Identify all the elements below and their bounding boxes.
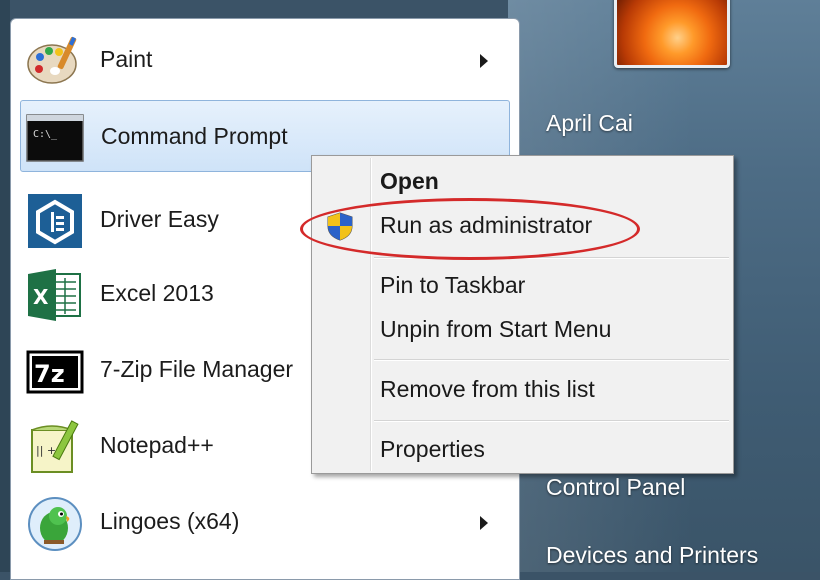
menu-separator	[374, 257, 729, 259]
program-label: Paint	[100, 46, 153, 72]
program-label: Excel 2013	[100, 280, 214, 306]
program-label: Driver Easy	[100, 206, 219, 232]
menu-item-remove-from-list[interactable]: Remove from this list	[380, 376, 595, 403]
seven-zip-icon-text: 7z	[34, 360, 65, 388]
user-avatar[interactable]	[614, 0, 730, 68]
excel-icon: X	[24, 264, 86, 324]
lingoes-parrot-icon	[24, 492, 86, 552]
notepad-plus-plus-icon: || +	[24, 416, 86, 476]
menu-item-unpin-from-start-menu[interactable]: Unpin from Start Menu	[380, 316, 611, 343]
context-menu: Open Run as administrator Pin to Taskbar…	[311, 155, 734, 474]
program-item-lingoes[interactable]: Lingoes (x64)	[20, 486, 510, 558]
driver-easy-icon	[24, 190, 86, 250]
context-menu-gutter	[370, 158, 372, 471]
menu-item-open[interactable]: Open	[380, 168, 439, 195]
menu-separator	[374, 420, 729, 422]
program-label: Command Prompt	[101, 123, 288, 149]
program-label: 7-Zip File Manager	[100, 356, 294, 382]
submenu-arrow-icon	[480, 54, 488, 68]
program-item-paint[interactable]: Paint	[20, 24, 510, 96]
uac-shield-icon	[326, 211, 354, 241]
excel-icon-text: X	[33, 285, 49, 309]
menu-separator	[374, 359, 729, 361]
desktop-edge	[0, 0, 10, 572]
submenu-arrow-icon	[480, 516, 488, 530]
menu-item-pin-to-taskbar[interactable]: Pin to Taskbar	[380, 272, 525, 299]
program-label: Notepad++	[100, 432, 214, 458]
control-panel-link[interactable]: Control Panel	[546, 474, 685, 501]
devices-and-printers-link[interactable]: Devices and Printers	[546, 542, 758, 569]
menu-item-properties[interactable]: Properties	[380, 436, 485, 463]
cmd-icon-text: C:\_	[33, 129, 58, 140]
menu-item-run-as-administrator[interactable]: Run as administrator	[380, 212, 592, 239]
user-name-link[interactable]: April Cai	[546, 110, 633, 137]
seven-zip-icon: 7z	[24, 340, 86, 400]
command-prompt-icon: C:\_	[25, 107, 87, 167]
program-label: Lingoes (x64)	[100, 508, 240, 534]
paint-palette-icon	[24, 30, 86, 90]
